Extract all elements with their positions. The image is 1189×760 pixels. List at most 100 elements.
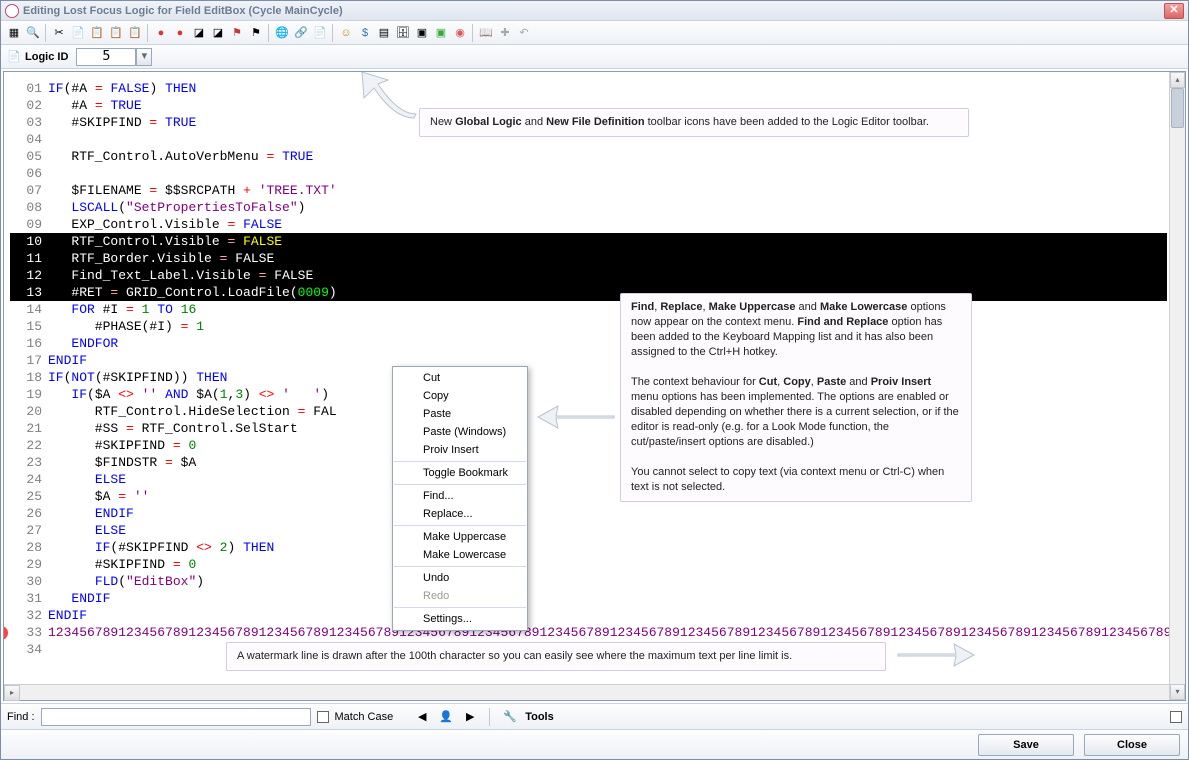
code-line[interactable]: 14 FOR #I = 1 TO 16 [10,301,1167,318]
copy-icon[interactable]: 📄 [69,24,87,42]
ctx-toggle-bookmark[interactable]: Toggle Bookmark [393,464,527,482]
undo-icon[interactable]: ↶ [515,24,533,42]
scroll-down-button[interactable]: ▾ [1170,684,1185,700]
ctx-paste[interactable]: Paste [393,405,527,423]
ctx-redo: Redo [393,587,527,605]
redball-del-icon[interactable]: ● [152,24,170,42]
scroll-thumb-v[interactable] [1171,88,1184,128]
code-line[interactable]: 18IF(NOT(#SKIPFIND)) THEN [10,369,1167,386]
toolbar: ▦🔍✂📄📋📋📋●●◪◪⚑⚑🌐🔗📄☺$▤🗄▣▣◉📖✚↶ [1,21,1188,45]
code-line[interactable]: 24 ELSE [10,471,1167,488]
code-line[interactable]: 06 [10,165,1167,182]
editor-area[interactable]: 01IF(#A = FALSE) THEN02 #A = TRUE03 #SKI… [4,72,1185,700]
close-window-button[interactable]: ✕ [1164,3,1184,19]
search-icon[interactable]: 🔍 [24,24,42,42]
find-prev-button[interactable]: ◀ [413,708,431,726]
logic-id-input[interactable] [76,48,136,66]
code-line[interactable]: 12 Find_Text_Label.Visible = FALSE [10,267,1167,284]
logic-id-bar: 📄 Logic ID ▾ [1,45,1188,69]
code-line[interactable]: 05 RTF_Control.AutoVerbMenu = TRUE [10,148,1167,165]
ctx-settings-[interactable]: Settings... [393,610,527,628]
code-line[interactable]: ✕331234567891234567891234567891234567891… [10,624,1167,641]
grid-icon[interactable]: ▦ [5,24,23,42]
paste-icon[interactable]: 📋 [88,24,106,42]
ctx-make-lowercase[interactable]: Make Lowercase [393,546,527,564]
callout-watermark-text: A watermark line is drawn after the 100t… [237,650,792,662]
paste-ins-icon[interactable]: 📋 [126,24,144,42]
page-red-icon[interactable]: ▣ [413,24,431,42]
callout-context-menu: Find, Replace, Make Uppercase and Make L… [620,293,972,502]
logic-id-icon: 📄 [7,50,21,64]
find-label: Find : [7,711,35,723]
code-line[interactable]: 25 $A = '' [10,488,1167,505]
book-icon[interactable]: 📖 [477,24,495,42]
code-line[interactable]: 26 ENDIF [10,505,1167,522]
code-line[interactable]: 22 #SKIPFIND = 0 [10,437,1167,454]
code-line[interactable]: 31 ENDIF [10,590,1167,607]
ctx-replace-[interactable]: Replace... [393,505,527,523]
form-icon[interactable]: ▤ [375,24,393,42]
link-icon[interactable]: 🔗 [292,24,310,42]
code-line[interactable]: 27 ELSE [10,522,1167,539]
scrollbar-horizontal[interactable]: ◂ ▸ [4,684,1169,700]
warn-icon[interactable]: ◉ [451,24,469,42]
ctx-paste-windows-[interactable]: Paste (Windows) [393,423,527,441]
app-icon [5,4,19,18]
flag-x-icon[interactable]: ⚑ [247,24,265,42]
logic-id-label: Logic ID [25,51,68,63]
cut-icon[interactable]: ✂ [50,24,68,42]
ctx-find-[interactable]: Find... [393,487,527,505]
paste2-icon[interactable]: 📋 [107,24,125,42]
scrollbar-vertical[interactable]: ▴ ▾ [1169,72,1185,700]
close-button[interactable]: Close [1084,734,1180,756]
arrow-watermark [896,640,976,670]
code-line[interactable]: 23 $FINDSTR = $A [10,454,1167,471]
ctx-make-uppercase[interactable]: Make Uppercase [393,528,527,546]
code-line[interactable]: 15 #PHASE(#I) = 1 [10,318,1167,335]
smiley-icon[interactable]: ☺ [337,24,355,42]
save-button[interactable]: Save [978,734,1074,756]
tools-label[interactable]: Tools [525,711,554,723]
scroll-up-button[interactable]: ▴ [1170,72,1185,88]
code-line[interactable]: 28 IF(#SKIPFIND <> 2) THEN [10,539,1167,556]
code-line[interactable]: 16 ENDFOR [10,335,1167,352]
find-next-button[interactable]: ▶ [461,708,479,726]
redball-ins-icon[interactable]: ● [171,24,189,42]
code-line[interactable]: 09 EXP_Control.Visible = FALSE [10,216,1167,233]
flag-icon[interactable]: ⚑ [228,24,246,42]
code-line[interactable]: 11 RTF_Border.Visible = FALSE [10,250,1167,267]
file-def-icon[interactable]: 📄 [311,24,329,42]
pin-checkbox[interactable] [1170,711,1182,723]
editor-pane: 01IF(#A = FALSE) THEN02 #A = TRUE03 #SKI… [3,71,1186,701]
global-logic-icon[interactable]: 🌐 [273,24,291,42]
ctx-undo[interactable]: Undo [393,569,527,587]
callout-watermark: A watermark line is drawn after the 100t… [226,642,886,671]
dollar-icon[interactable]: $ [356,24,374,42]
logic-id-dropdown[interactable]: ▾ [136,48,152,66]
code-line[interactable]: 13 #RET = GRID_Control.LoadFile(0009) [10,284,1167,301]
tools-icon[interactable]: 🔧 [501,708,519,726]
eraser2-icon[interactable]: ◪ [209,24,227,42]
code-line[interactable]: 19 IF($A <> '' AND $A(1,3) <> ' ') [10,386,1167,403]
code-line[interactable]: 10 RTF_Control.Visible = FALSE [10,233,1167,250]
code-line[interactable]: 32ENDIF [10,607,1167,624]
find-input[interactable] [41,708,311,726]
find-bar: Find : Match Case ◀ 👤 ▶ 🔧 Tools [1,703,1188,729]
ctx-cut[interactable]: Cut [393,369,527,387]
plus-icon[interactable]: ✚ [496,24,514,42]
eraser-icon[interactable]: ◪ [190,24,208,42]
code-line[interactable]: 01IF(#A = FALSE) THEN [10,80,1167,97]
code-line[interactable]: 08 LSCALL("SetPropertiesToFalse") [10,199,1167,216]
scroll-right-button[interactable]: ▸ [4,685,20,701]
page-green-icon[interactable]: ▣ [432,24,450,42]
code-line[interactable]: 17ENDIF [10,352,1167,369]
ctx-copy[interactable]: Copy [393,387,527,405]
code-line[interactable]: 29 #SKIPFIND = 0 [10,556,1167,573]
db-icon[interactable]: 🗄 [394,24,412,42]
find-people-icon[interactable]: 👤 [437,708,455,726]
match-case-checkbox[interactable] [317,711,329,723]
code-line[interactable]: 30 FLD("EditBox") [10,573,1167,590]
code-lines[interactable]: 01IF(#A = FALSE) THEN02 #A = TRUE03 #SKI… [10,80,1167,658]
code-line[interactable]: 07 $FILENAME = $$SRCPATH + 'TREE.TXT' [10,182,1167,199]
ctx-proiv-insert[interactable]: Proiv Insert [393,441,527,459]
